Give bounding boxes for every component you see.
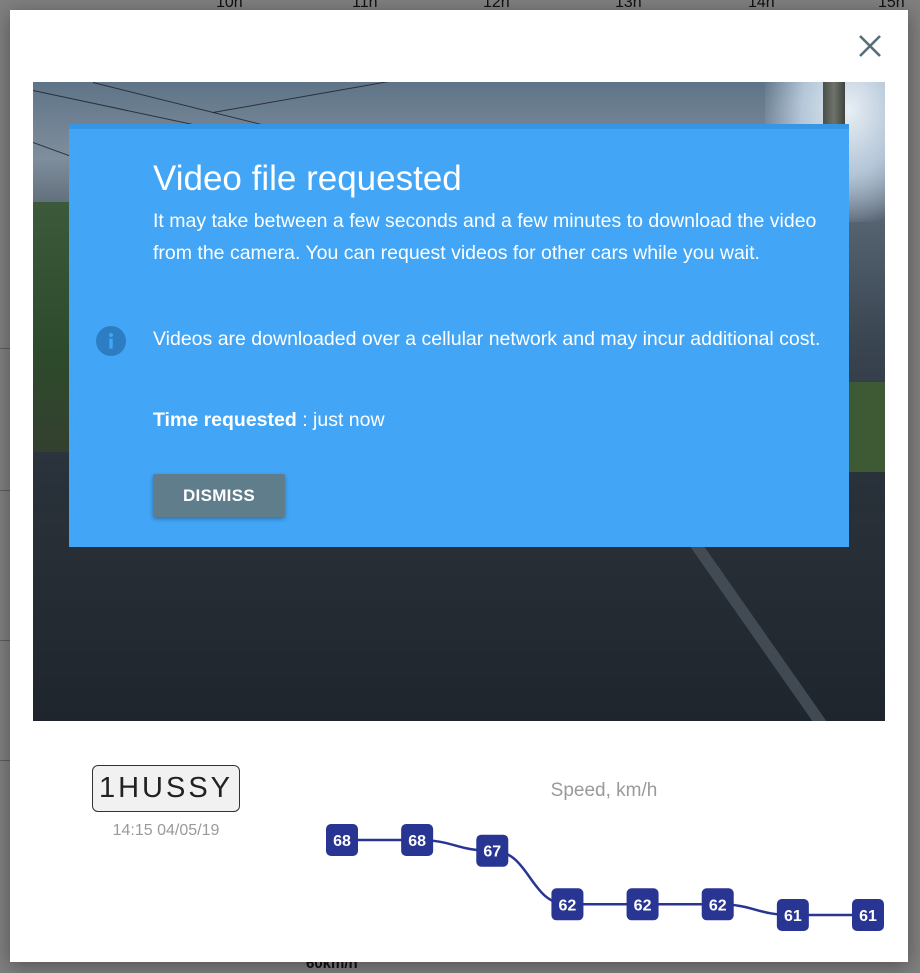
video-tree bbox=[33, 202, 73, 452]
speed-point-label: 68 bbox=[408, 833, 426, 850]
speed-chart: Speed, km/h 68 68 67 62 62 62 61 61 bbox=[326, 780, 884, 931]
cost-note: Videos are downloaded over a cellular ne… bbox=[153, 328, 821, 350]
video-request-panel: Video file requested It may take between… bbox=[69, 124, 849, 547]
speed-point: 62 bbox=[551, 888, 584, 921]
video-modal: Video file requested It may take between… bbox=[10, 10, 908, 962]
chart-title: Speed, km/h bbox=[551, 780, 658, 801]
speed-point-label: 62 bbox=[559, 897, 577, 914]
speed-point-label: 62 bbox=[709, 897, 727, 914]
panel-description: It may take between a few seconds and a … bbox=[153, 210, 817, 264]
speed-point-label: 68 bbox=[333, 833, 351, 850]
speed-point-label: 61 bbox=[784, 908, 802, 925]
speed-point: 68 bbox=[401, 824, 434, 856]
speed-point: 68 bbox=[326, 824, 358, 856]
speed-point-label: 62 bbox=[634, 897, 652, 914]
time-requested-row: Time requested : just now bbox=[153, 409, 385, 432]
video-wire bbox=[212, 82, 411, 113]
speed-point: 62 bbox=[701, 888, 734, 921]
panel-title: Video file requested bbox=[153, 159, 462, 198]
speed-point: 61 bbox=[776, 899, 809, 931]
video-frame: Video file requested It may take between… bbox=[33, 82, 885, 721]
time-separator: : bbox=[296, 409, 314, 431]
speed-point: 61 bbox=[852, 899, 884, 931]
dismiss-button[interactable]: DISMISS bbox=[153, 474, 285, 517]
time-requested-label: Time requested bbox=[153, 409, 297, 431]
close-icon[interactable] bbox=[856, 32, 884, 60]
info-icon bbox=[96, 326, 126, 356]
speed-point-label: 67 bbox=[483, 844, 501, 861]
speed-point-label: 61 bbox=[859, 908, 877, 925]
speed-point: 67 bbox=[476, 834, 509, 867]
speed-point: 62 bbox=[626, 888, 659, 921]
time-requested-value: just now bbox=[313, 409, 385, 431]
